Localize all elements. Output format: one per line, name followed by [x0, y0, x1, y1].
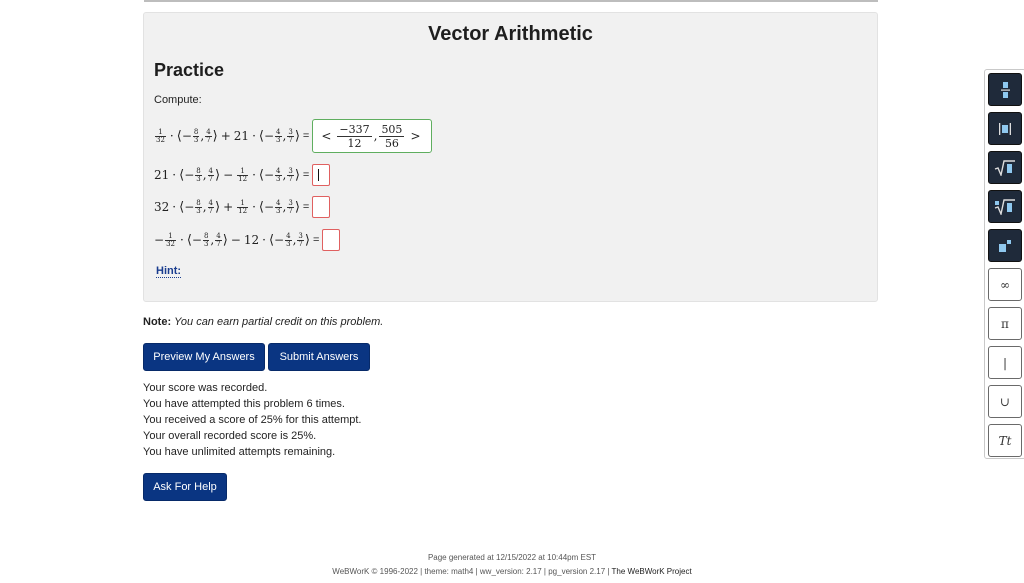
preview-answers-button[interactable]: Preview My Answers: [143, 343, 265, 371]
absolute-value-icon: [999, 122, 1011, 135]
answer-input-2[interactable]: [312, 164, 331, 186]
status-line: You received a score of 25% for this att…: [143, 414, 362, 426]
exponent-button[interactable]: [988, 229, 1022, 262]
exponent-icon: [999, 239, 1011, 252]
vertical-bar-icon: |: [1002, 355, 1008, 370]
instruction-text: Compute:: [154, 94, 202, 106]
footer-copyright: WeBWorK © 1996-2022 | theme: math4 | ww_…: [332, 567, 610, 576]
status-line: You have unlimited attempts remaining.: [143, 446, 336, 458]
fraction-button[interactable]: [988, 73, 1022, 106]
infinity-button[interactable]: ∞: [988, 268, 1022, 301]
note-text: You can earn partial credit on this prob…: [174, 316, 384, 328]
section-heading: Practice: [154, 60, 225, 80]
status-line: Your overall recorded score is 25%.: [143, 430, 317, 442]
absolute-value-button[interactable]: [988, 112, 1022, 145]
pi-button[interactable]: π: [988, 307, 1022, 340]
answer-input-3[interactable]: [312, 196, 331, 218]
square-root-icon: [994, 159, 1015, 176]
infinity-icon: ∞: [1000, 277, 1010, 292]
fraction-icon: [1001, 81, 1010, 98]
text-mode-button[interactable]: Tt: [988, 424, 1022, 457]
problem-row-3: 32 · ⟨ −8 3, 4 7 ⟩ +1 12 · ⟨ −4 3, 3 7 ⟩ =: [154, 196, 331, 218]
problem-row-4: −1 32 · ⟨ −8 3, 4 7 ⟩ −12 · ⟨ −4 3, 3 7 ⟩ =: [154, 229, 341, 251]
problem-row-1: 1 32 · ⟨ −8 3, 4 7 ⟩ +21 · ⟨ −4 3, 3 7 ⟩ = < −337 12 , …: [154, 119, 432, 153]
nth-root-icon: [994, 198, 1015, 215]
answer-input-1[interactable]: < −337 12 , 505 56 >: [312, 119, 432, 153]
note-label: Note:: [143, 316, 172, 328]
webwork-project-link[interactable]: The WeBWorK Project: [612, 567, 692, 576]
square-root-button[interactable]: [988, 151, 1022, 184]
top-divider: [144, 0, 878, 2]
ask-for-help-button[interactable]: Ask For Help: [143, 473, 227, 501]
pi-icon: π: [1001, 316, 1009, 331]
status-line: You have attempted this problem 6 times.: [143, 398, 345, 410]
partial-credit-note: Note: You can earn partial credit on thi…: [143, 316, 383, 328]
union-icon: ∪: [999, 394, 1011, 409]
nth-root-button[interactable]: [988, 190, 1022, 223]
math-toolbar: ∞ π | ∪ Tt: [984, 69, 1024, 459]
footer-credits: WeBWorK © 1996-2022 | theme: math4 | ww_…: [0, 567, 1024, 576]
page-title: Vector Arithmetic: [428, 23, 593, 45]
union-button[interactable]: ∪: [988, 385, 1022, 418]
text-icon: Tt: [998, 433, 1012, 448]
vertical-bar-button[interactable]: |: [988, 346, 1022, 379]
answer-input-4[interactable]: [322, 229, 341, 251]
hint-link[interactable]: Hint:: [156, 265, 182, 278]
problem-panel: Vector Arithmetic Practice Compute: 1 32 …: [143, 12, 878, 302]
score-status: Your score was recorded. You have attemp…: [143, 380, 362, 460]
status-line: Your score was recorded.: [143, 382, 268, 394]
problem-row-2: 21 · ⟨ −8 3, 4 7 ⟩ −1 12 · ⟨ −4 3, 3 7 ⟩ =: [154, 164, 331, 186]
submit-answers-button[interactable]: Submit Answers: [268, 343, 370, 371]
page-generated-text: Page generated at 12/15/2022 at 10:44pm …: [427, 553, 597, 562]
